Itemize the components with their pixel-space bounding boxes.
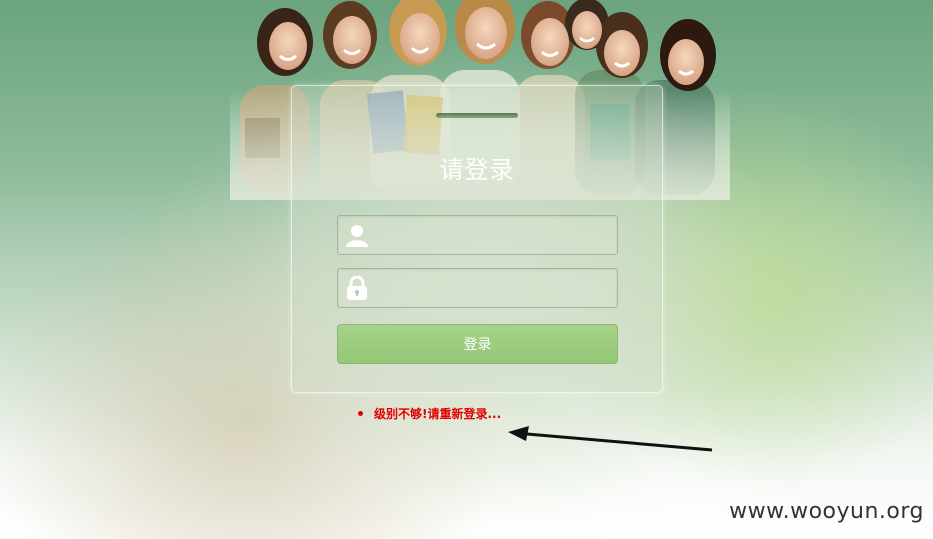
lock-icon bbox=[345, 275, 369, 300]
password-field[interactable] bbox=[337, 268, 618, 308]
login-title: 请登录 bbox=[439, 156, 515, 184]
login-page: 请登录 登录 级别不够!请重新登录... www.wooyun.org bbox=[0, 0, 933, 539]
password-input[interactable] bbox=[376, 269, 615, 307]
annotation-arrow-icon bbox=[508, 426, 713, 452]
error-text: 级别不够!请重新登录... bbox=[374, 407, 502, 421]
login-panel: 请登录 登录 bbox=[291, 85, 663, 393]
error-message: 级别不够!请重新登录... bbox=[358, 405, 501, 422]
error-bullet-icon bbox=[358, 411, 363, 416]
user-icon bbox=[345, 223, 369, 247]
panel-top-bar bbox=[436, 113, 518, 118]
username-input[interactable] bbox=[376, 216, 615, 254]
username-field[interactable] bbox=[337, 215, 618, 255]
login-button[interactable]: 登录 bbox=[337, 324, 618, 364]
watermark: www.wooyun.org bbox=[729, 499, 924, 524]
